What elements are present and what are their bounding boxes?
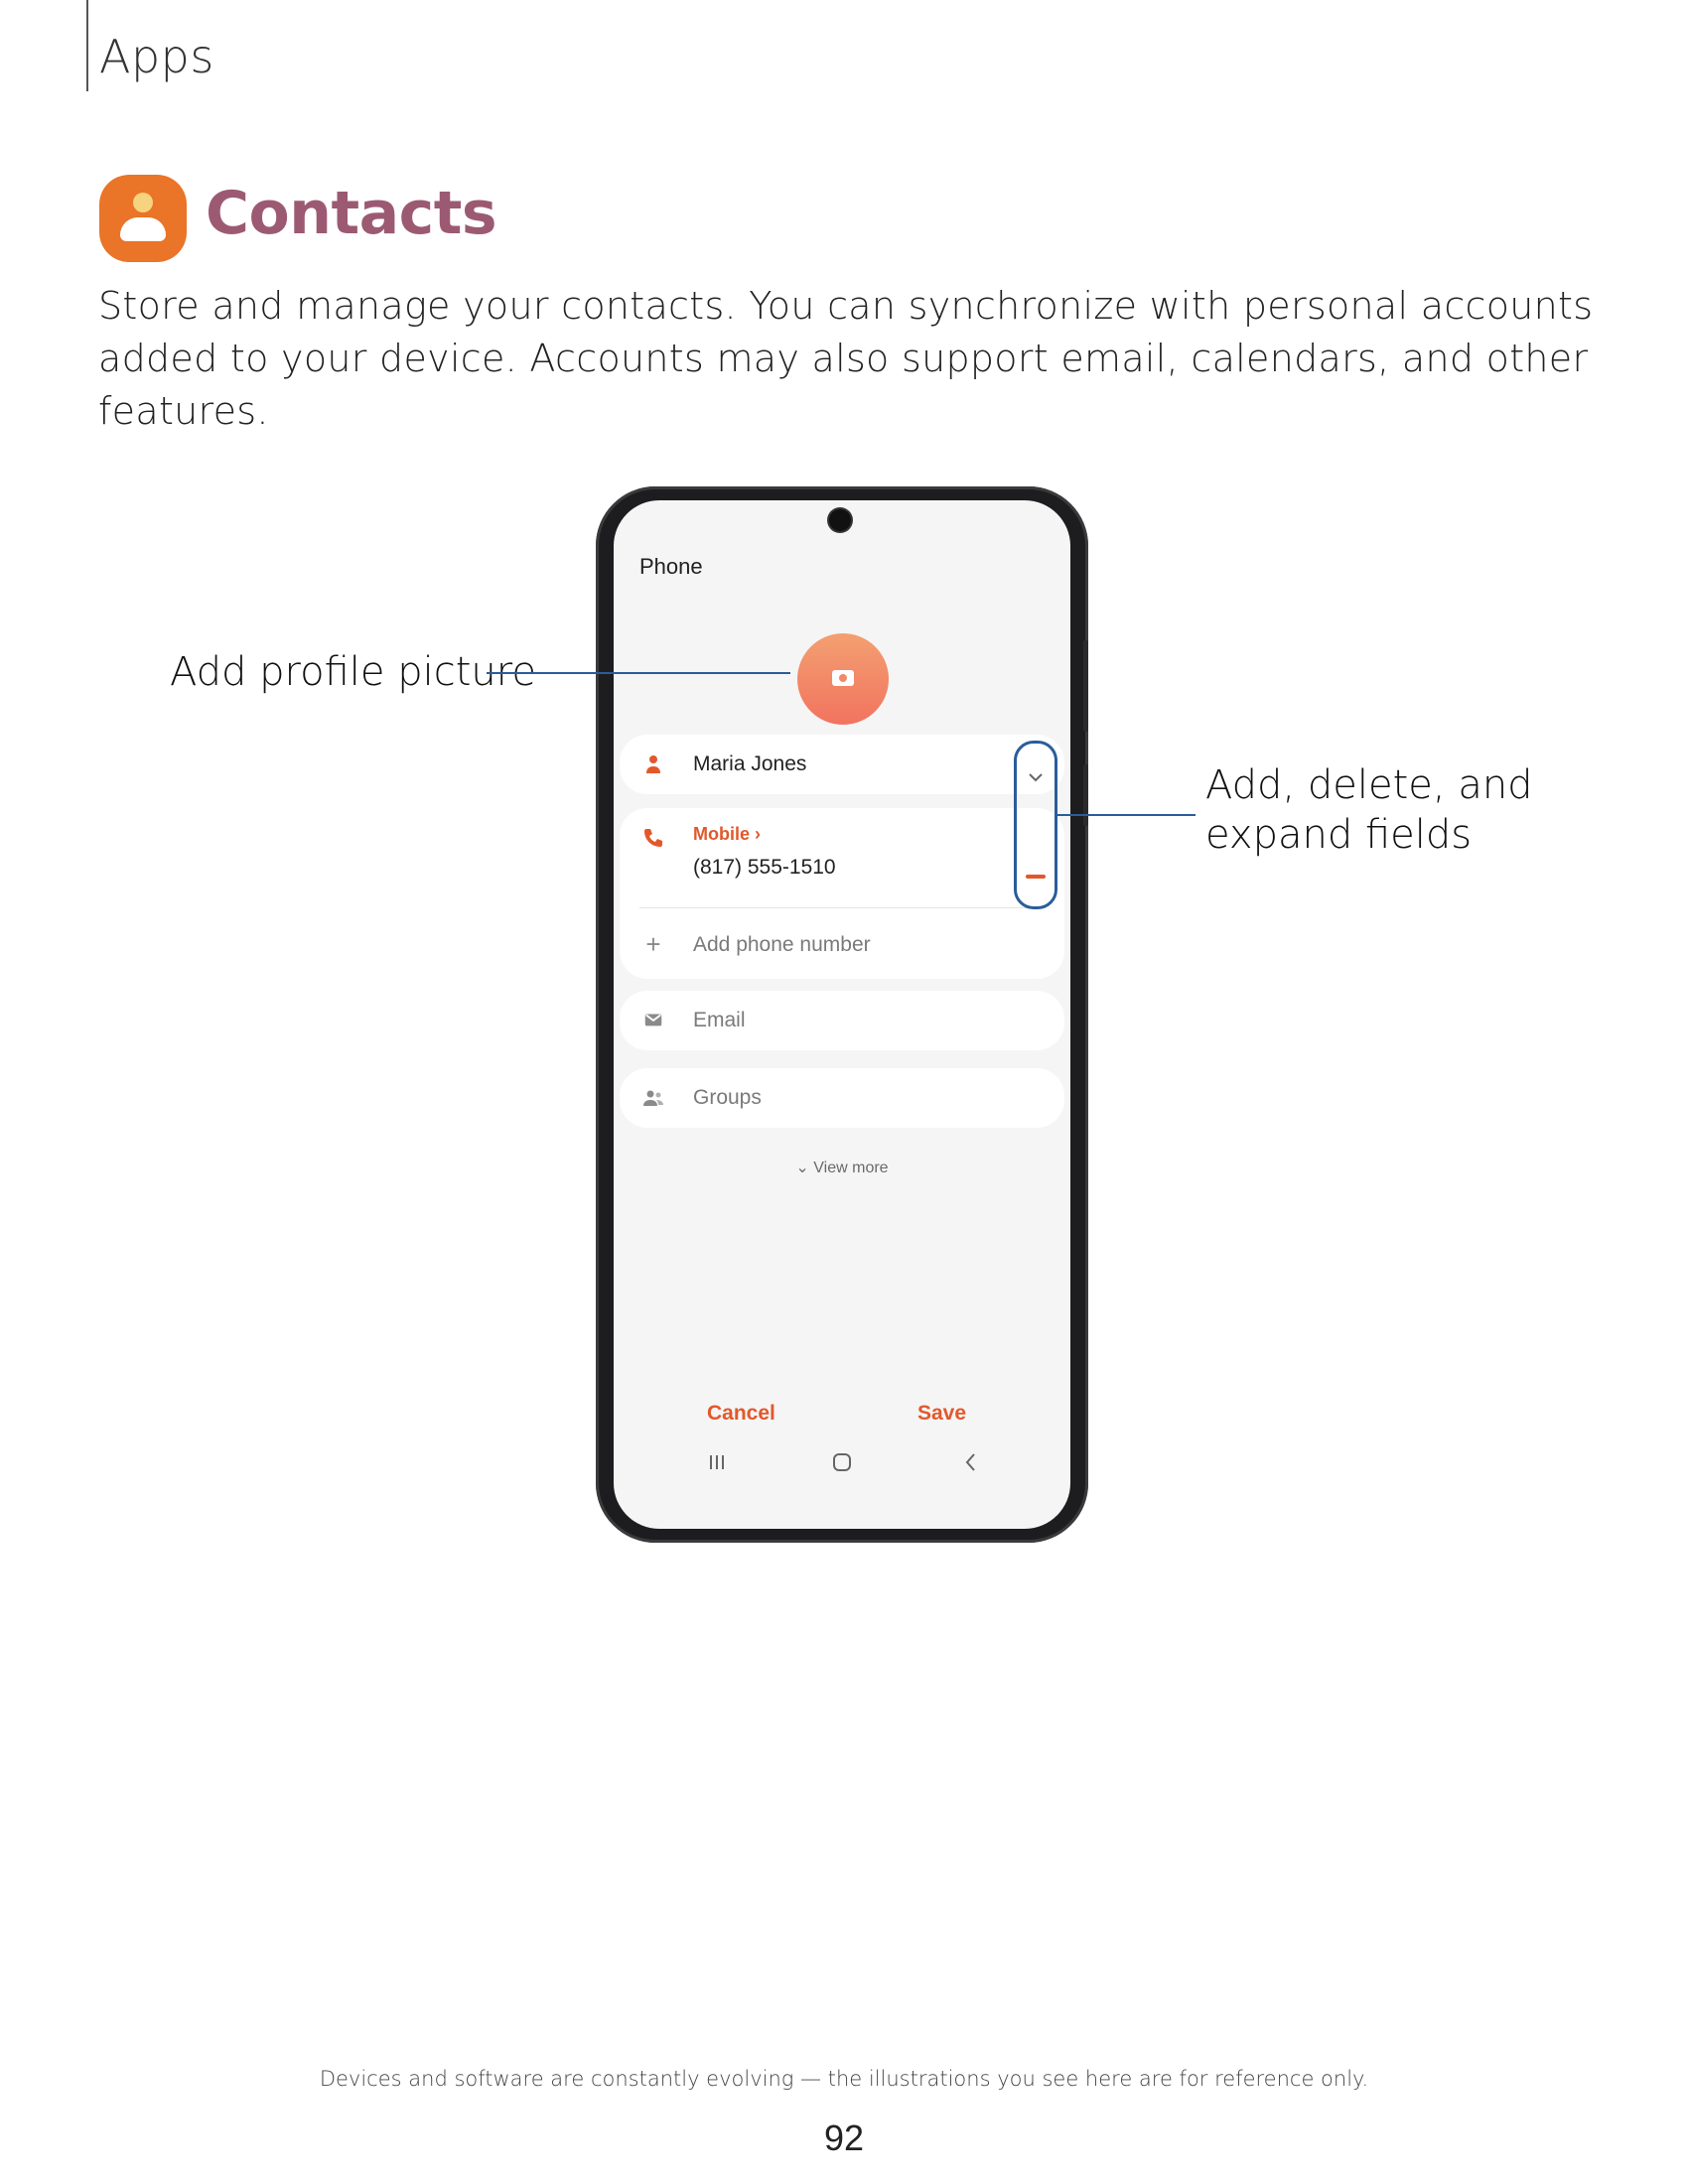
cancel-button[interactable]: Cancel (707, 1402, 775, 1426)
phone-screen: Phone Maria Jones Mobile › (817) 555-151… (614, 500, 1070, 1529)
footer-disclaimer: Devices and software are constantly evol… (319, 2067, 1369, 2091)
person-head-shape (133, 193, 153, 212)
callout-fields: Add, delete, and expand fields (1205, 760, 1533, 860)
power-button (1083, 764, 1088, 826)
front-camera (829, 509, 851, 531)
add-profile-picture-button[interactable] (797, 633, 889, 725)
add-phone-number-button[interactable]: Add phone number (693, 933, 871, 957)
name-field-card: Maria Jones (620, 735, 1064, 794)
row-divider (639, 907, 1045, 908)
phone-type-selector[interactable]: Mobile › (693, 824, 761, 845)
callout-add-profile-picture: Add profile picture (170, 649, 536, 695)
section-label: Apps (99, 30, 214, 83)
groups-field-card: Groups (620, 1068, 1064, 1128)
page-title: Contacts (206, 179, 497, 248)
recent-apps-icon[interactable] (705, 1449, 729, 1475)
chevron-right-icon: › (755, 824, 762, 844)
camera-icon (832, 670, 854, 686)
intro-paragraph: Store and manage your contacts. You can … (98, 284, 1594, 433)
expand-chevron-icon[interactable] (1024, 765, 1048, 789)
callout-line-profile-picture (487, 672, 790, 674)
callout-fields-line2: expand fields (1205, 812, 1473, 858)
page-number: 92 (823, 2117, 865, 2158)
view-more-label: View more (813, 1160, 889, 1176)
person-icon (641, 752, 665, 776)
callout-line-fields (1055, 814, 1196, 816)
phone-field-card: Mobile › (817) 555-1510 + Add phone numb… (620, 808, 1064, 979)
delete-field-icon[interactable] (1026, 875, 1046, 879)
phone-number-field[interactable]: (817) 555-1510 (693, 856, 836, 880)
plus-icon: + (645, 929, 661, 959)
screen-title: Phone (639, 554, 703, 579)
callout-fields-line1: Add, delete, and (1205, 762, 1533, 808)
view-more-button[interactable]: ⌄ View more (614, 1158, 1070, 1177)
section-divider (86, 0, 88, 91)
phone-icon (641, 826, 665, 850)
groups-field[interactable]: Groups (693, 1086, 762, 1110)
save-button[interactable]: Save (917, 1402, 966, 1426)
field-controls-highlight (1014, 741, 1057, 909)
groups-icon (641, 1086, 665, 1110)
phone-type-label: Mobile (693, 824, 750, 844)
person-body-shape (120, 217, 166, 241)
email-field[interactable]: Email (693, 1009, 746, 1032)
email-field-card: Email (620, 991, 1064, 1050)
contacts-app-icon (99, 175, 187, 262)
back-icon[interactable] (959, 1449, 983, 1475)
volume-button (1083, 640, 1088, 732)
home-icon[interactable] (830, 1449, 854, 1475)
name-field[interactable]: Maria Jones (693, 752, 806, 776)
email-icon (641, 1009, 665, 1032)
chevron-down-icon: ⌄ (795, 1160, 814, 1176)
